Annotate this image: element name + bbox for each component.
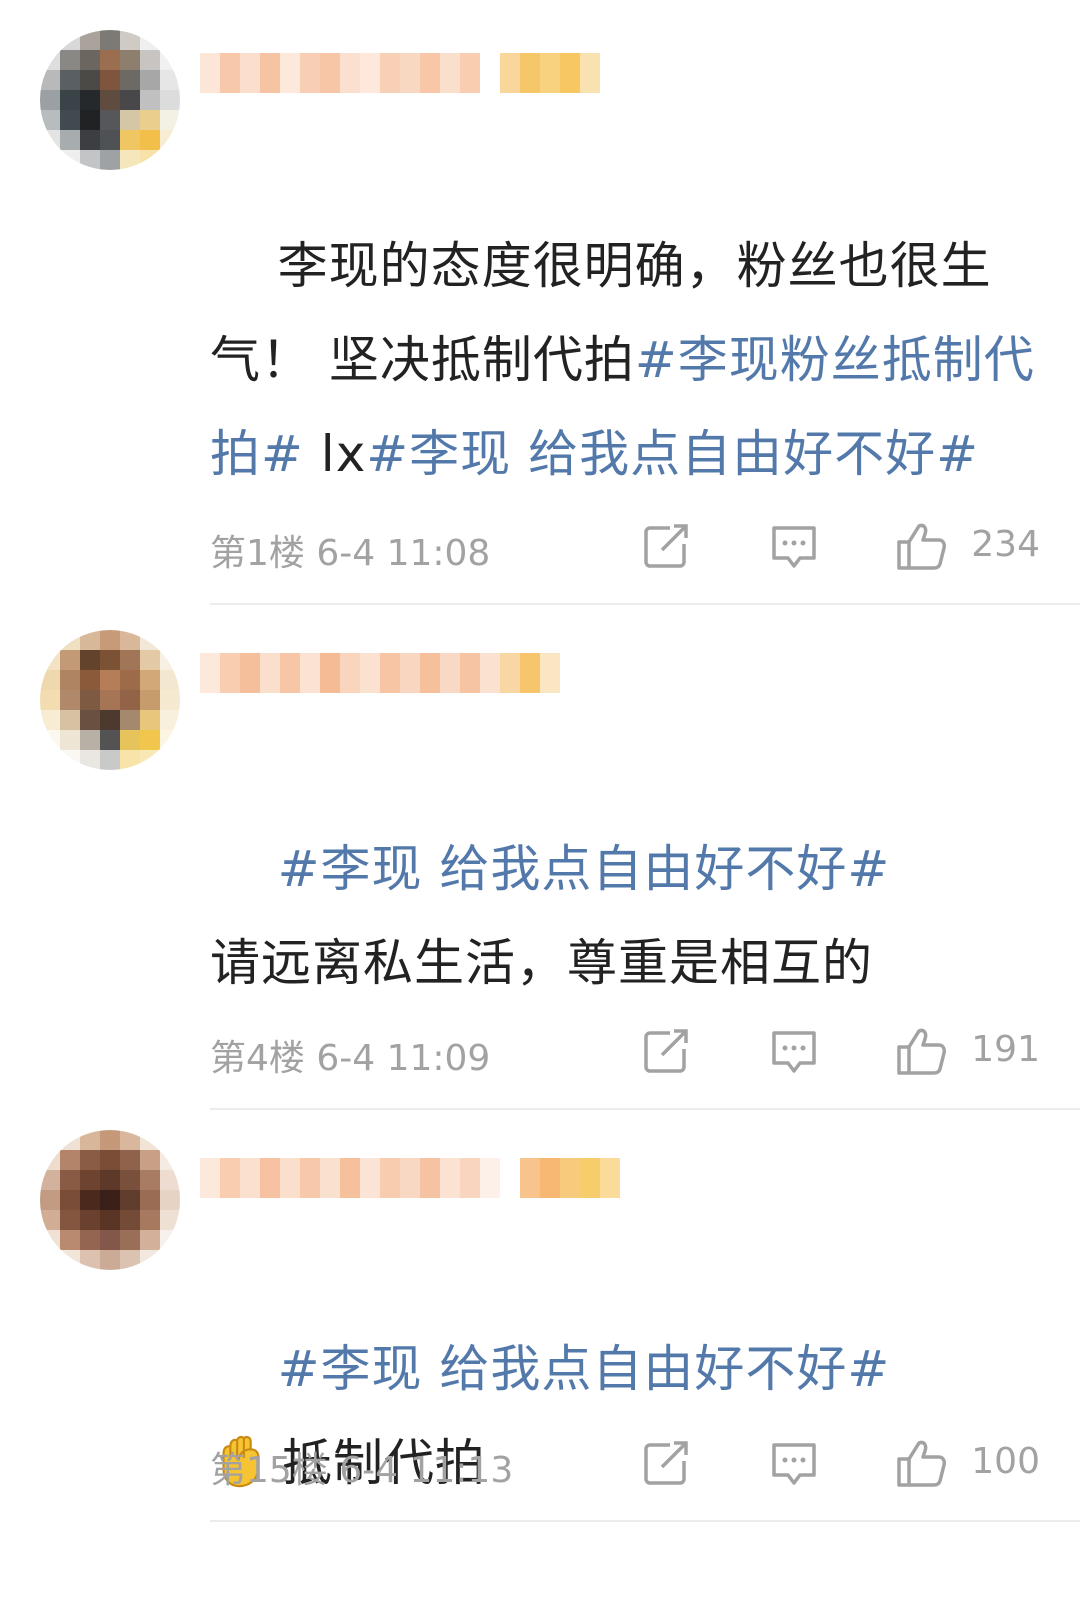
comment-item: #李现 给我点自由好不好# 请远离私生活，尊重是相互的 第4楼 6-4 11:09… [0, 605, 1080, 1110]
hashtag-link[interactable]: #李现 给我点自由好不好# [278, 1340, 891, 1398]
comment-item: #李现 给我点自由好不好# 抵制代拍 第15楼 6-4 11:13 100 [0, 1110, 1080, 1545]
share-icon[interactable] [640, 1437, 692, 1489]
comment-icon[interactable] [768, 520, 820, 572]
blurred-name [200, 52, 480, 93]
share-icon[interactable] [640, 1025, 692, 1077]
username[interactable] [200, 45, 600, 100]
floor-and-time: 第4楼 6-4 11:09 [210, 1038, 491, 1079]
comment-text: #李现 给我点自由好不好# 抵制代拍 [210, 1228, 1040, 1604]
username[interactable] [200, 645, 560, 700]
thumbs-up-icon[interactable] [895, 1025, 947, 1077]
divider [210, 1520, 1080, 1522]
like-count: 191 [971, 1029, 1040, 1070]
thumbs-up-icon[interactable] [895, 520, 947, 572]
comment-meta: 第15楼 6-4 11:13 100 [210, 1435, 1040, 1495]
blurred-name [200, 1157, 500, 1198]
avatar[interactable] [40, 30, 180, 170]
comment-icon[interactable] [768, 1437, 820, 1489]
share-icon[interactable] [640, 520, 692, 572]
comment-text-plain: lx [303, 425, 367, 483]
comment-text-plain: 请远离私生活，尊重是相互的 [210, 934, 873, 992]
comment-item: 李现的态度很明确，粉丝也很生气！ 坚决抵制代拍#李现粉丝抵制代拍# lx#李现 … [0, 0, 1080, 605]
comment-meta: 第4楼 6-4 11:09 191 [210, 1023, 1040, 1083]
hashtag-link[interactable]: #李现 给我点自由好不好# [278, 840, 891, 898]
comment-list: { "comments": [ { "segments": [ {"type":… [0, 0, 1080, 1545]
level-badge-icon [500, 52, 600, 93]
comment-meta: 第1楼 6-4 11:08 234 [210, 518, 1040, 578]
thumbs-up-icon[interactable] [895, 1437, 947, 1489]
like-count: 100 [971, 1441, 1040, 1482]
like-count: 234 [971, 524, 1040, 565]
floor-and-time: 第1楼 6-4 11:08 [210, 533, 491, 574]
comment-icon[interactable] [768, 1025, 820, 1077]
avatar[interactable] [40, 1130, 180, 1270]
blurred-name [200, 652, 560, 693]
avatar[interactable] [40, 630, 180, 770]
floor-and-time: 第15楼 6-4 11:13 [210, 1450, 514, 1491]
level-badge-icon [520, 1157, 620, 1198]
hashtag-link[interactable]: #李现 给我点自由好不好# [366, 425, 979, 483]
username[interactable] [200, 1150, 620, 1205]
